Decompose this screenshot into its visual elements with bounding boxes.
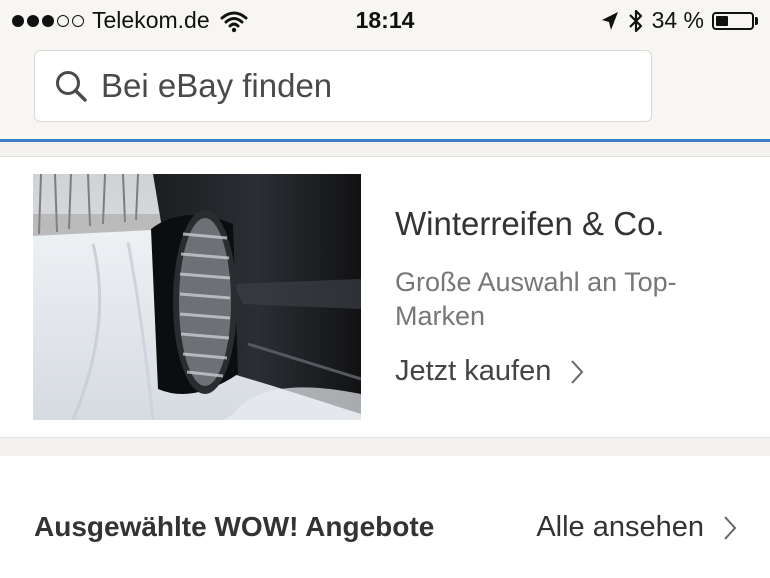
shop-now-link[interactable]: Jetzt kaufen	[395, 355, 585, 388]
search-box[interactable]	[34, 50, 652, 122]
promo-subtitle: Große Auswahl an Top-Marken	[395, 267, 677, 331]
winter-tire-image[interactable]	[33, 174, 361, 420]
chevron-right-icon	[571, 359, 584, 384]
bluetooth-icon	[628, 9, 642, 32]
location-arrow-icon	[601, 11, 618, 30]
section-gap	[0, 142, 770, 157]
search-header	[0, 42, 770, 139]
promo-banner[interactable]: Winterreifen & Co. Große Auswahl an Top-…	[0, 157, 770, 437]
chevron-right-icon	[724, 515, 737, 540]
see-all-link[interactable]: Alle ansehen	[536, 511, 738, 544]
see-all-label: Alle ansehen	[536, 511, 704, 543]
battery-level	[716, 15, 728, 26]
battery-icon	[712, 11, 758, 30]
battery-percentage: 34 %	[651, 7, 704, 33]
status-bar: Telekom.de 18:14 34 %	[0, 0, 770, 42]
section-title: Ausgewählte WOW! Angebote	[34, 511, 435, 542]
shop-now-label: Jetzt kaufen	[395, 355, 552, 387]
status-right: 34 %	[600, 7, 758, 34]
search-icon	[56, 71, 87, 102]
section-gap	[0, 437, 770, 457]
promo-title: Winterreifen & Co.	[395, 205, 665, 242]
search-input[interactable]	[101, 67, 581, 105]
deals-section: Ausgewählte WOW! Angebote Alle ansehen	[0, 456, 770, 578]
